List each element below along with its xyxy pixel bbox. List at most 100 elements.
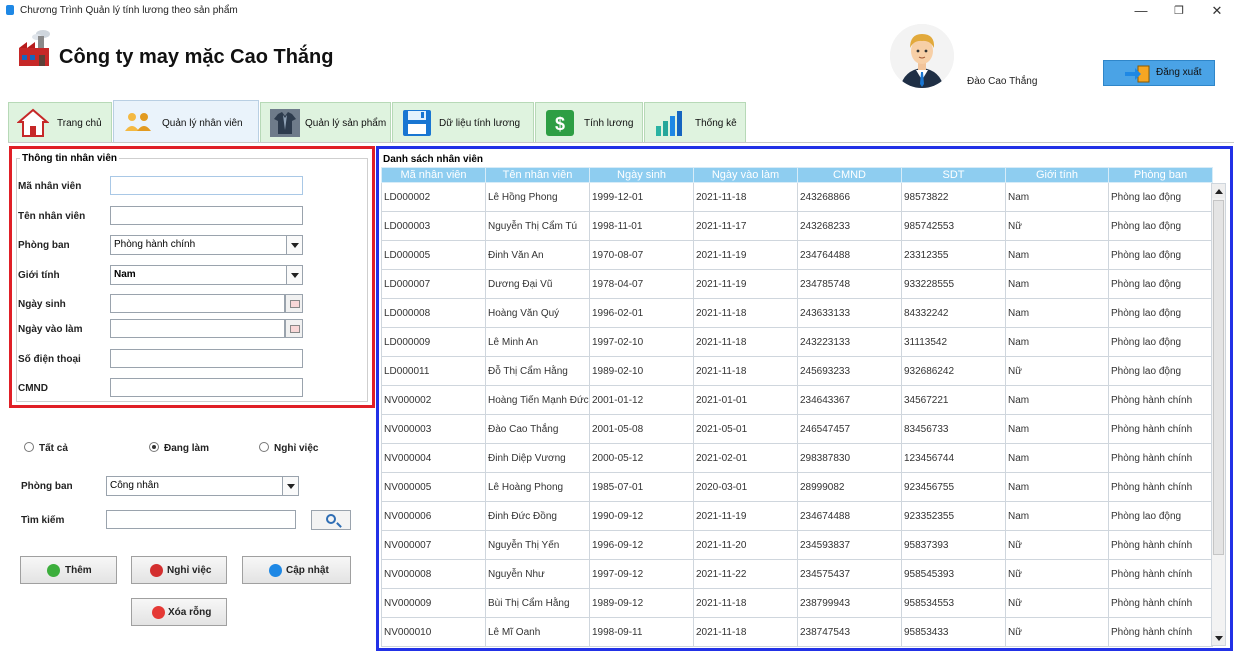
table-cell[interactable]: 1997-09-12 (589, 559, 694, 589)
employee-name-field[interactable] (110, 206, 303, 225)
table-cell[interactable]: 1989-09-12 (589, 588, 694, 618)
table-cell[interactable]: Nguyễn Như (485, 559, 590, 589)
table-row[interactable]: LD000003 Nguyễn Thị Cẩm Tú 1998-11-01 2021-… (381, 211, 1213, 241)
table-cell[interactable]: 2001-01-12 (589, 385, 694, 415)
tab-du-lieu-tinh-luong[interactable]: Dữ liệu tính lương (392, 102, 534, 142)
table-cell[interactable]: 234593837 (797, 530, 902, 560)
table-cell[interactable]: Phòng hành chính (1108, 443, 1213, 473)
table-cell[interactable]: 1996-09-12 (589, 530, 694, 560)
table-cell[interactable]: 2021-01-01 (693, 385, 798, 415)
gender-select[interactable]: Nam (110, 265, 303, 285)
maximize-button[interactable]: ❐ (1164, 2, 1194, 20)
close-button[interactable]: ✕ (1202, 2, 1232, 20)
filter-quit-radio[interactable]: Nghỉ việc (259, 442, 318, 454)
table-cell[interactable]: 31113542 (901, 327, 1006, 357)
table-cell[interactable]: 238747543 (797, 617, 902, 647)
tab-trang-chu[interactable]: Trang chủ (8, 102, 112, 142)
table-cell[interactable]: Nữ (1005, 617, 1109, 647)
table-row[interactable]: NV000004 Đinh Diệp Vương 2000-05-12 2021-02… (381, 443, 1213, 473)
table-row[interactable]: NV000008 Nguyễn Như 1997-09-12 2021-11-22 23… (381, 559, 1213, 589)
table-cell[interactable]: 2021-11-18 (693, 588, 798, 618)
table-cell[interactable]: Phòng hành chính (1108, 414, 1213, 444)
table-cell[interactable]: 1970-08-07 (589, 240, 694, 270)
table-cell[interactable]: 2021-11-19 (693, 269, 798, 299)
quit-button[interactable]: Nghỉ việc (131, 556, 227, 584)
table-cell[interactable]: 28999082 (797, 472, 902, 502)
vertical-scrollbar[interactable] (1211, 183, 1226, 646)
scroll-down-arrow-icon[interactable] (1212, 631, 1225, 645)
table-cell[interactable]: Nam (1005, 298, 1109, 328)
table-cell[interactable]: Phòng lao động (1108, 211, 1213, 241)
table-cell[interactable]: NV000010 (381, 617, 486, 647)
table-cell[interactable]: 2021-02-01 (693, 443, 798, 473)
table-cell[interactable]: Nguyễn Thị Yến (485, 530, 590, 560)
table-cell[interactable]: 1996-02-01 (589, 298, 694, 328)
table-cell[interactable]: Lê Minh An (485, 327, 590, 357)
table-cell[interactable]: 2021-11-17 (693, 211, 798, 241)
table-cell[interactable]: 243223133 (797, 327, 902, 357)
tab-quan-ly-nhan-vien[interactable]: Quản lý nhân viên (113, 100, 259, 142)
table-cell[interactable]: 246547457 (797, 414, 902, 444)
table-cell[interactable]: 2021-11-20 (693, 530, 798, 560)
table-cell[interactable]: Phòng hành chính (1108, 588, 1213, 618)
table-cell[interactable]: 2021-11-18 (693, 356, 798, 386)
chevron-down-icon[interactable] (282, 477, 298, 495)
table-cell[interactable]: Phòng hành chính (1108, 617, 1213, 647)
table-cell[interactable]: Phòng hành chính (1108, 472, 1213, 502)
table-cell[interactable]: 234575437 (797, 559, 902, 589)
table-cell[interactable]: 2001-05-08 (589, 414, 694, 444)
table-cell[interactable]: Phòng lao động (1108, 298, 1213, 328)
table-cell[interactable]: Bùi Thị Cẩm Hằng (485, 588, 590, 618)
tab-quan-ly-san-pham[interactable]: Quản lý sản phẩm (260, 102, 391, 142)
table-cell[interactable]: NV000002 (381, 385, 486, 415)
table-cell[interactable]: 923352355 (901, 501, 1006, 531)
table-cell[interactable]: Phòng lao động (1108, 327, 1213, 357)
table-cell[interactable]: Nữ (1005, 559, 1109, 589)
table-cell[interactable]: NV000007 (381, 530, 486, 560)
table-cell[interactable]: Phòng hành chính (1108, 385, 1213, 415)
table-cell[interactable]: 23312355 (901, 240, 1006, 270)
table-cell[interactable]: 958534553 (901, 588, 1006, 618)
table-cell[interactable]: 243268233 (797, 211, 902, 241)
table-cell[interactable]: 234785748 (797, 269, 902, 299)
table-cell[interactable]: Lê Hồng Phong (485, 182, 590, 212)
table-cell[interactable]: 2021-11-18 (693, 182, 798, 212)
table-cell[interactable]: NV000006 (381, 501, 486, 531)
scroll-up-arrow-icon[interactable] (1212, 184, 1225, 198)
table-cell[interactable]: Phòng hành chính (1108, 559, 1213, 589)
table-cell[interactable]: 923456755 (901, 472, 1006, 502)
clear-button[interactable]: Xóa rỗng (131, 598, 227, 626)
table-row[interactable]: LD000005 Đinh Văn An 1970-08-07 2021-11-19 2… (381, 240, 1213, 270)
table-cell[interactable]: Phòng lao động (1108, 182, 1213, 212)
table-cell[interactable]: NV000008 (381, 559, 486, 589)
search-button[interactable] (311, 510, 351, 530)
table-cell[interactable]: Nguyễn Thị Cẩm Tú (485, 211, 590, 241)
logout-button[interactable]: Đăng xuất (1103, 60, 1215, 86)
table-cell[interactable]: 2021-11-19 (693, 240, 798, 270)
table-row[interactable]: NV000002 Hoàng Tiến Mạnh Đức 2001-01-12 202… (381, 385, 1213, 415)
department-select[interactable]: Phòng hành chính (110, 235, 303, 255)
start-date-picker-button[interactable] (285, 319, 303, 338)
table-cell[interactable]: 985742553 (901, 211, 1006, 241)
id-card-field[interactable] (110, 378, 303, 397)
table-cell[interactable]: Dương Đại Vũ (485, 269, 590, 299)
table-cell[interactable]: LD000002 (381, 182, 486, 212)
table-cell[interactable]: 234643367 (797, 385, 902, 415)
table-row[interactable]: LD000007 Dương Đại Vũ 1978-04-07 2021-11-19… (381, 269, 1213, 299)
table-row[interactable]: NV000005 Lê Hoàng Phong 1985-07-01 2020-03-… (381, 472, 1213, 502)
table-cell[interactable]: Nam (1005, 269, 1109, 299)
table-cell[interactable]: 2021-11-19 (693, 501, 798, 531)
table-cell[interactable]: 2020-03-01 (693, 472, 798, 502)
column-header[interactable]: Mã nhân viên (381, 167, 486, 183)
table-cell[interactable]: 2021-11-22 (693, 559, 798, 589)
table-cell[interactable]: Nam (1005, 385, 1109, 415)
table-cell[interactable]: Đỗ Thị Cẩm Hằng (485, 356, 590, 386)
table-cell[interactable]: NV000009 (381, 588, 486, 618)
column-header[interactable]: Phòng ban (1108, 167, 1213, 183)
start-date-field[interactable] (110, 319, 285, 338)
table-row[interactable]: NV000003 Đào Cao Thắng 2001-05-08 2021-05-0… (381, 414, 1213, 444)
table-cell[interactable]: Phòng lao động (1108, 240, 1213, 270)
table-cell[interactable]: Nam (1005, 443, 1109, 473)
table-cell[interactable]: Phòng lao động (1108, 356, 1213, 386)
table-cell[interactable]: 298387830 (797, 443, 902, 473)
